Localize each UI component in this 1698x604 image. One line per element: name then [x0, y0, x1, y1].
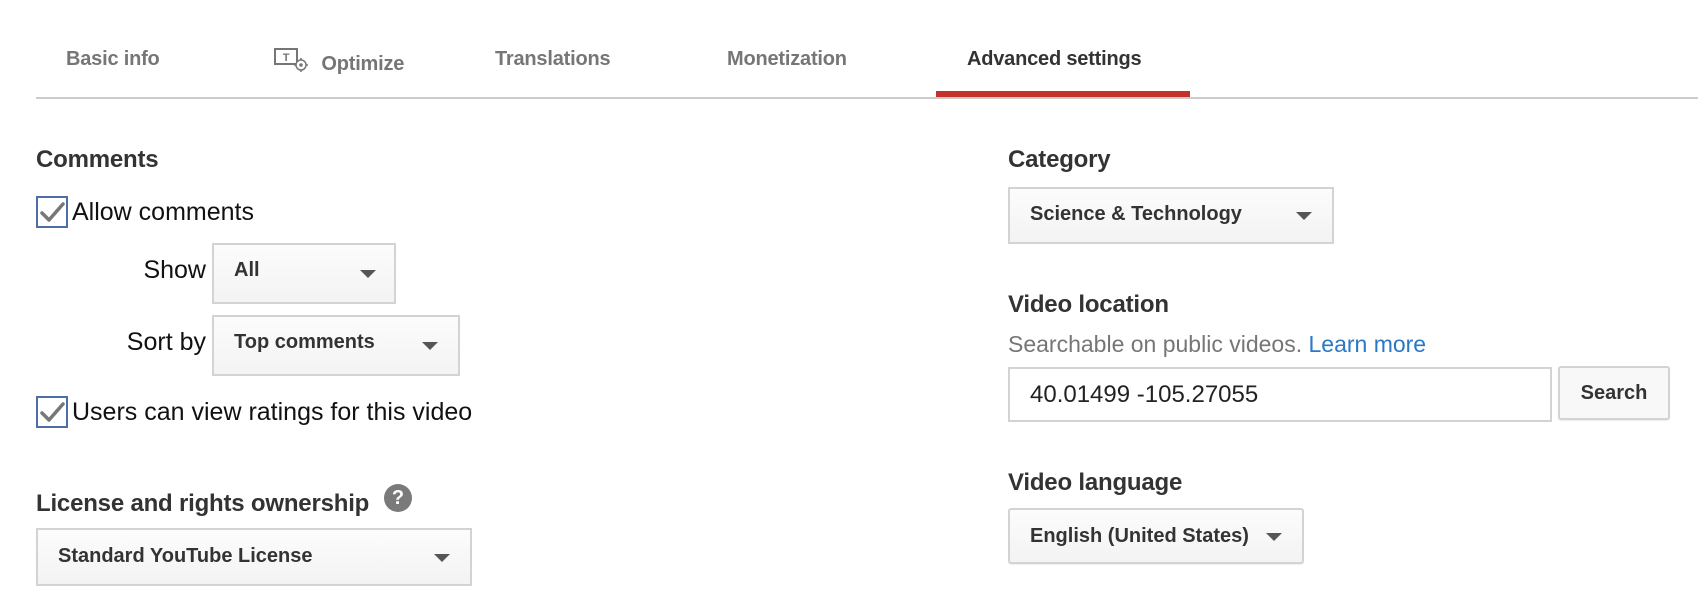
- learn-more-link[interactable]: Learn more: [1308, 331, 1426, 357]
- tab-translations[interactable]: Translations: [495, 48, 611, 71]
- allow-comments-label: Allow comments: [72, 197, 254, 226]
- location-search-button[interactable]: Search: [1558, 366, 1670, 420]
- video-location-description: Searchable on public videos. Learn more: [1008, 331, 1426, 358]
- tab-monetization[interactable]: Monetization: [727, 48, 847, 71]
- comments-heading: Comments: [36, 146, 159, 173]
- search-button-label: Search: [1580, 381, 1648, 404]
- tab-label: Monetization: [727, 48, 847, 70]
- sort-by-value: Top comments: [234, 331, 375, 353]
- chevron-down-icon: [1266, 533, 1282, 541]
- advanced-settings-page: Basic info T Optimize Translations Monet…: [0, 0, 1698, 604]
- category-value: Science & Technology: [1030, 203, 1242, 225]
- category-heading: Category: [1008, 146, 1111, 173]
- tab-optimize[interactable]: T Optimize: [274, 48, 404, 78]
- active-tab-indicator: [936, 91, 1190, 97]
- chevron-down-icon: [360, 270, 376, 278]
- allow-comments-row: Allow comments: [36, 196, 254, 228]
- video-language-dropdown[interactable]: English (United States): [1008, 508, 1304, 564]
- view-ratings-label: Users can view ratings for this video: [72, 397, 473, 426]
- tab-bar: Basic info T Optimize Translations Monet…: [36, 0, 1698, 99]
- tab-label: Optimize: [321, 53, 405, 75]
- tab-advanced-settings[interactable]: Advanced settings: [967, 48, 1142, 71]
- allow-comments-checkbox[interactable]: [36, 196, 68, 228]
- video-language-value: English (United States): [1030, 525, 1249, 547]
- sort-by-dropdown[interactable]: Top comments: [212, 315, 460, 376]
- tab-basic-info[interactable]: Basic info: [66, 48, 160, 71]
- video-location-description-text: Searchable on public videos.: [1008, 331, 1303, 357]
- tab-label: Basic info: [66, 48, 160, 70]
- chevron-down-icon: [1296, 212, 1312, 220]
- video-location-input[interactable]: [1008, 367, 1552, 422]
- help-icon[interactable]: ?: [384, 484, 412, 512]
- svg-text:T: T: [283, 52, 290, 64]
- show-comments-dropdown[interactable]: All: [212, 243, 396, 304]
- show-comments-value: All: [234, 259, 260, 281]
- checkmark-icon: [40, 402, 65, 422]
- view-ratings-row: Users can view ratings for this video: [36, 396, 472, 428]
- checkmark-icon: [40, 202, 65, 222]
- category-dropdown[interactable]: Science & Technology: [1008, 187, 1334, 244]
- video-language-heading: Video language: [1008, 469, 1183, 496]
- license-value: Standard YouTube License: [58, 545, 313, 567]
- tab-label: Translations: [495, 48, 611, 70]
- text-gear-icon: T: [274, 48, 310, 78]
- tab-label: Advanced settings: [967, 48, 1142, 70]
- chevron-down-icon: [434, 554, 450, 562]
- license-heading: License and rights ownership: [36, 490, 370, 517]
- video-location-heading: Video location: [1008, 291, 1169, 318]
- show-label: Show: [143, 256, 206, 284]
- chevron-down-icon: [422, 342, 438, 350]
- sort-by-label: Sort by: [126, 328, 206, 356]
- view-ratings-checkbox[interactable]: [36, 396, 68, 428]
- license-dropdown[interactable]: Standard YouTube License: [36, 528, 472, 586]
